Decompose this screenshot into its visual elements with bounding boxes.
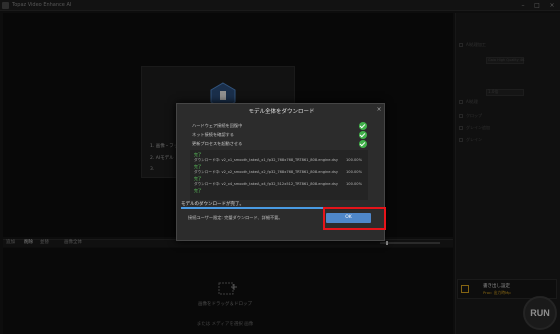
- log-line: ダウンロード中: v2_x4_smooth_takeA_x4_fp32_512x…: [194, 182, 338, 186]
- check-success-icon: [359, 131, 367, 139]
- check-success-icon: [359, 140, 367, 148]
- log-percent: 100.00%: [346, 158, 362, 162]
- log-percent: 100.00%: [346, 182, 362, 186]
- check-item-update: 更新プロセスを起動させる: [192, 141, 243, 146]
- log-line: ダウンロード中: v2_x2_smooth_takeA_x2_fp32_768x…: [194, 170, 338, 174]
- check-success-icon: [359, 122, 367, 130]
- ok-button-highlight-box: [323, 207, 386, 230]
- log-line: ダウンロード中: v2_x1_smooth_takeA_x1_fp32_768x…: [194, 158, 338, 162]
- dialog-title: モデル全体をダウンロード: [248, 109, 315, 115]
- log-status: 完了: [194, 188, 202, 193]
- check-item-network: ネット接続を確認する: [192, 132, 234, 137]
- check-item-hardware: ハードウェア接続を回復中: [192, 123, 243, 128]
- download-log: 完了 ダウンロード中: v2_x1_smooth_takeA_x1_fp32_7…: [190, 150, 368, 200]
- notice-text: 接続ユーザー限定: 完璧ダウンロード、詳細不要。: [188, 215, 283, 220]
- log-percent: 100.00%: [346, 170, 362, 174]
- close-icon[interactable]: ×: [374, 105, 384, 114]
